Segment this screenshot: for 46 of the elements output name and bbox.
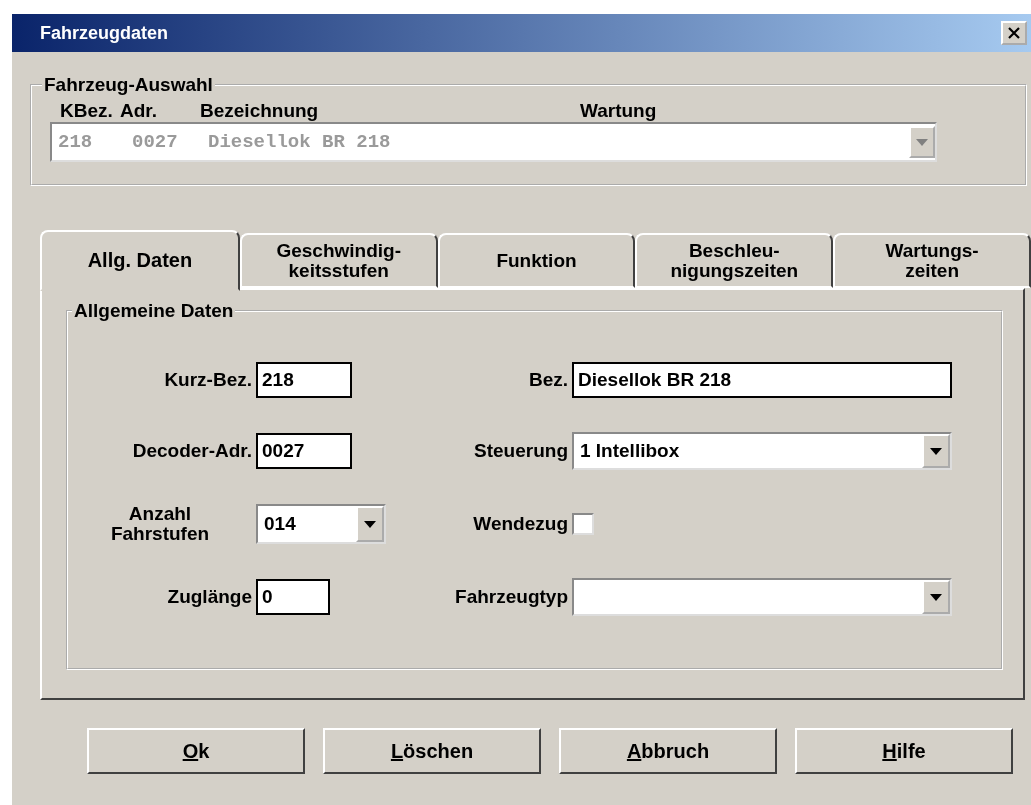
group-title: Fahrzeug-Auswahl [43, 74, 214, 96]
tab[interactable]: Allg. Daten [40, 230, 240, 291]
dialog-button[interactable]: Abbruch [559, 728, 777, 774]
dropdown-button[interactable] [922, 434, 950, 468]
tab[interactable]: Funktion [437, 233, 636, 288]
column-header: Wartung [580, 100, 658, 122]
window-title: Fahrzeugdaten [40, 22, 168, 44]
tab[interactable]: Beschleu- nigungszeiten [635, 233, 834, 288]
field-label: Fahrzeugtyp [454, 587, 569, 607]
column-header: KBez. [60, 100, 114, 122]
text-field[interactable]: 0 [256, 579, 330, 615]
dropdown-cell-text: 0027 [132, 131, 179, 153]
text-field[interactable]: Diesellok BR 218 [572, 362, 952, 398]
dropdown-field[interactable]: 1 Intellibox [572, 432, 952, 470]
column-header: Bezeichnung [200, 100, 320, 122]
dropdown-arrow-icon [364, 520, 376, 528]
tab[interactable]: Geschwindig- keitsstufen [239, 233, 438, 288]
field-label: Kurz-Bez. [163, 370, 253, 390]
column-header: Adr. [120, 100, 158, 122]
text-field[interactable]: 218 [256, 362, 352, 398]
text-field[interactable]: 0027 [256, 433, 352, 469]
field-label: Wendezug [472, 514, 569, 534]
field-label: Decoder-Adr. [131, 441, 253, 461]
field-label: Steuerung [473, 441, 569, 461]
checkbox[interactable] [572, 513, 594, 535]
close-icon [1008, 27, 1020, 39]
dropdown-value: 1 Intellibox [579, 440, 681, 462]
field-label: Zuglänge [166, 587, 253, 607]
dialog-button[interactable]: Hilfe [795, 728, 1013, 774]
dropdown-field[interactable] [572, 578, 952, 616]
dropdown-arrow-icon [930, 447, 942, 455]
dropdown-field[interactable]: 014 [256, 504, 386, 544]
close-button[interactable] [1001, 21, 1027, 45]
group-title: Allgemeine Daten [73, 300, 235, 322]
field-label: Anzahl Fahrstufen [109, 504, 211, 544]
dialog-button[interactable]: Löschen [323, 728, 541, 774]
dropdown-value: 014 [263, 513, 297, 535]
dropdown-button[interactable] [922, 580, 950, 614]
dropdown-arrow-icon [916, 138, 928, 146]
dropdown-cell-text: 218 [58, 131, 94, 153]
dialog-button[interactable]: Ok [87, 728, 305, 774]
field-label: Bez. [527, 370, 569, 390]
tab[interactable]: Wartungs- zeiten [833, 233, 1031, 288]
dropdown-button[interactable] [356, 506, 384, 542]
dropdown-arrow-icon [930, 593, 942, 601]
dropdown-cell-text: Diesellok BR 218 [208, 131, 392, 153]
